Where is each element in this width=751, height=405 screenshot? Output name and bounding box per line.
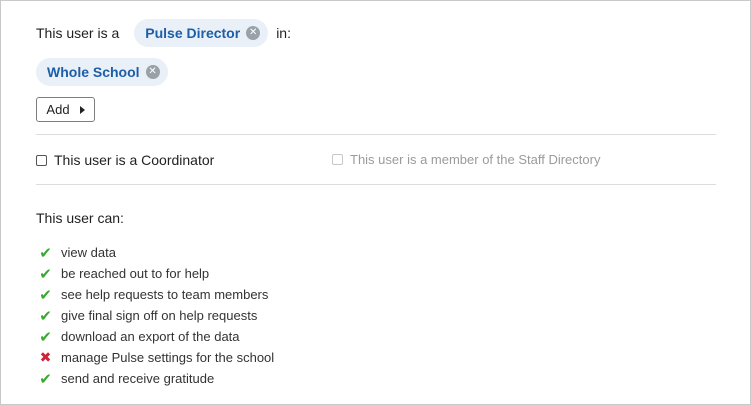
permission-item: ✔ send and receive gratitude (38, 368, 274, 389)
role-prefix-text: This user is a (36, 25, 120, 41)
role-suffix-text: in: (276, 25, 291, 41)
permission-item: ✔ see help requests to team members (38, 284, 274, 305)
staff-directory-label: This user is a member of the Staff Direc… (350, 152, 601, 167)
check-icon: ✔ (39, 286, 52, 304)
user-roles-panel: This user is a Pulse Director ✕ in: Whol… (0, 0, 751, 405)
role-chip-label: Pulse Director (145, 25, 241, 41)
divider (36, 184, 716, 185)
coordinator-label: This user is a Coordinator (54, 152, 215, 168)
permission-label: send and receive gratitude (61, 371, 215, 386)
permissions-list: ✔ view data ✔ be reached out to for help ✔… (38, 242, 274, 389)
check-icon: ✔ (39, 307, 52, 325)
scope-chip[interactable]: Whole School ✕ (36, 58, 168, 86)
role-chip[interactable]: Pulse Director ✕ (134, 19, 269, 47)
scope-row: Whole School ✕ (36, 58, 168, 86)
coordinator-checkbox[interactable] (36, 154, 47, 166)
permission-item: ✔ download an export of the data (38, 326, 274, 347)
check-icon: ✔ (39, 370, 52, 388)
permission-item: ✔ view data (38, 242, 274, 263)
permission-label: see help requests to team members (61, 287, 269, 302)
permission-item: ✔ give final sign off on help requests (38, 305, 274, 326)
add-button-label: Add (46, 102, 70, 117)
permission-label: download an export of the data (61, 329, 240, 344)
permission-label: give final sign off on help requests (61, 308, 258, 323)
remove-role-icon[interactable]: ✕ (246, 26, 261, 40)
permission-item: ✔ be reached out to for help (38, 263, 274, 284)
staff-directory-checkbox-row: This user is a member of the Staff Direc… (332, 152, 600, 167)
add-button[interactable]: Add (36, 97, 95, 122)
permission-label: be reached out to for help (61, 266, 210, 281)
check-icon: ✔ (39, 328, 52, 346)
permission-label: manage Pulse settings for the school (61, 350, 275, 365)
caret-right-icon (79, 105, 85, 114)
permission-label: view data (61, 245, 116, 260)
divider (36, 134, 716, 135)
cross-icon: ✖ (39, 349, 52, 365)
remove-scope-icon[interactable]: ✕ (145, 65, 160, 79)
check-icon: ✔ (39, 244, 52, 262)
check-icon: ✔ (39, 265, 52, 283)
staff-directory-checkbox (332, 154, 343, 165)
permission-item: ✖ manage Pulse settings for the school (38, 347, 275, 368)
scope-chip-label: Whole School (47, 64, 140, 80)
permissions-heading: This user can: (36, 210, 124, 226)
coordinator-checkbox-row[interactable]: This user is a Coordinator (36, 152, 214, 168)
role-row: This user is a Pulse Director ✕ in: (36, 19, 291, 47)
